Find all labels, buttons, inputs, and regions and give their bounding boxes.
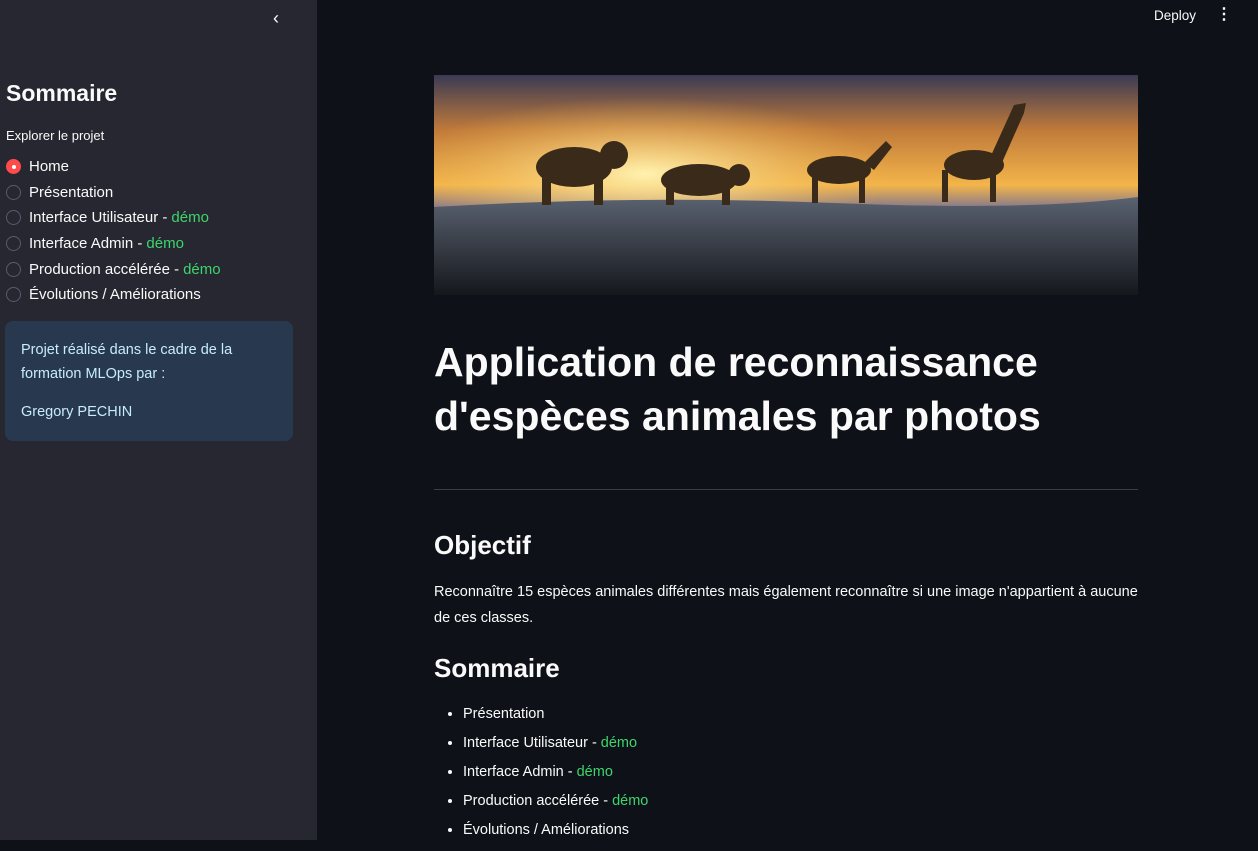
option-label: Évolutions / Améliorations xyxy=(29,286,201,304)
radio-selected-icon xyxy=(6,159,21,175)
demo-tag: démo xyxy=(612,793,649,809)
radio-unselected-icon xyxy=(6,184,21,200)
demo-tag: démo xyxy=(183,260,221,278)
option-label: Interface Admin - xyxy=(29,235,143,253)
navigation-radio-group: Home Présentation Interface Utilisateur … xyxy=(6,154,221,308)
option-label: Présentation xyxy=(29,183,114,201)
item-label: Interface Utilisateur - xyxy=(463,735,597,751)
demo-tag: démo xyxy=(146,235,184,253)
radio-option-production-acceleree[interactable]: Production accélérée - démo xyxy=(6,256,221,282)
sommaire-list: Présentation Interface Utilisateur -démo… xyxy=(434,706,1138,851)
list-item: Production accélérée -démo xyxy=(463,793,1138,822)
radio-option-interface-admin[interactable]: Interface Admin - démo xyxy=(6,231,221,257)
radio-unselected-icon xyxy=(6,261,21,277)
page-title: Application de reconnaissance d'espèces … xyxy=(434,339,1041,439)
sidebar: ‹ Sommaire Explorer le projet Home Prése… xyxy=(0,0,317,840)
radio-unselected-icon xyxy=(6,210,21,226)
main-content: Application de reconnaissance d'espèces … xyxy=(434,75,1138,851)
item-label: Présentation xyxy=(463,706,545,722)
demo-tag: démo xyxy=(171,209,209,227)
radio-option-home[interactable]: Home xyxy=(6,154,221,180)
option-label: Interface Utilisateur - xyxy=(29,209,168,227)
demo-tag: démo xyxy=(600,735,638,751)
option-label: Production accélérée - xyxy=(29,260,180,278)
list-item: Interface Utilisateur -démo xyxy=(463,735,1138,764)
item-label: Production accélérée - xyxy=(463,793,609,809)
info-box: Projet réalisé dans le cadre de la forma… xyxy=(5,321,293,441)
list-item: Interface Admin -démo xyxy=(463,764,1138,793)
radio-option-presentation[interactable]: Présentation xyxy=(6,180,221,206)
info-text: Projet réalisé dans le cadre de la forma… xyxy=(21,342,233,382)
option-label: Home xyxy=(29,158,70,176)
list-item: Présentation xyxy=(463,706,1138,735)
radio-label: Explorer le projet xyxy=(6,128,105,143)
radio-unselected-icon xyxy=(6,236,21,252)
radio-unselected-icon xyxy=(6,287,21,303)
collapse-sidebar-chevron-left-icon[interactable]: ‹ xyxy=(266,8,286,30)
sommaire-heading: Sommaire xyxy=(434,653,560,683)
radio-option-interface-utilisateur[interactable]: Interface Utilisateur - démo xyxy=(6,205,221,231)
item-label: Évolutions / Améliorations xyxy=(463,822,630,838)
hero-image-animals-sunset xyxy=(434,75,1138,295)
divider xyxy=(434,489,1138,490)
author-name: Gregory PECHIN xyxy=(21,404,133,420)
objectif-text: Reconnaître 15 espèces animales différen… xyxy=(434,584,1138,626)
radio-option-evolutions[interactable]: Évolutions / Améliorations xyxy=(6,282,221,308)
item-label: Interface Admin - xyxy=(463,764,573,780)
objectif-heading: Objectif xyxy=(434,530,531,560)
list-item: Évolutions / Améliorations xyxy=(463,822,1138,851)
deploy-button[interactable]: Deploy xyxy=(1154,8,1196,23)
main-menu-kebab-icon[interactable]: ⋮ xyxy=(1216,6,1232,26)
sidebar-title: Sommaire xyxy=(6,80,118,106)
demo-tag: démo xyxy=(576,764,613,780)
